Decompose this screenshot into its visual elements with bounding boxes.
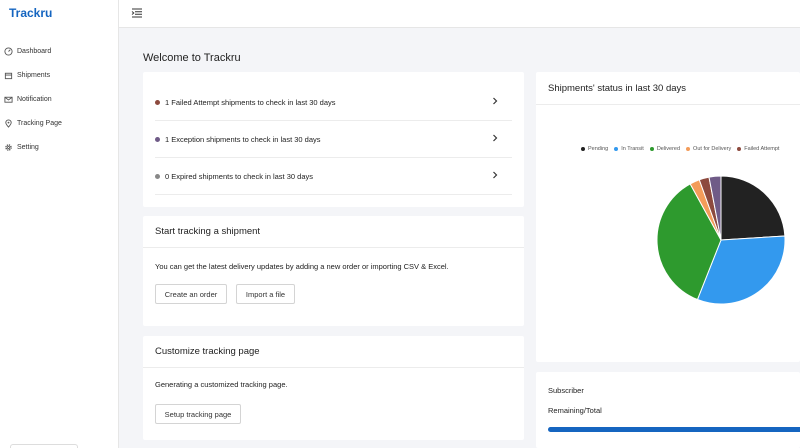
legend-swatch [614, 147, 619, 151]
legend-label: Pending [588, 146, 609, 152]
subscriber-card: Subscriber Remaining/Total [536, 372, 800, 448]
legend-label: Delivered [656, 146, 681, 152]
page-title: Welcome to Trackru [143, 52, 241, 64]
legend-item-out-for-delivery[interactable]: Out for Delivery [686, 146, 731, 152]
quota-progress-fill [548, 427, 800, 432]
legend-item-failed-attempt[interactable]: Failed Attempt [737, 146, 779, 152]
pie-slice-pending[interactable] [720, 175, 786, 241]
card-description: You can get the latest delivery updates … [155, 262, 449, 271]
chevron-right-icon [490, 133, 500, 143]
dashboard-icon [4, 46, 13, 56]
import-file-button[interactable]: Import a file [236, 284, 295, 304]
subscriber-label: Subscriber [548, 386, 584, 395]
customize-tracking-card: Customize tracking page Generating a cus… [143, 336, 524, 440]
location-pin-icon [4, 119, 13, 128]
sidebar-nav: Dashboard Shipments Notification Trackin… [0, 39, 118, 159]
chevron-right-icon [490, 96, 500, 106]
menu-collapse-icon[interactable] [131, 6, 143, 18]
alert-exception[interactable]: 1 Exception shipments to check in last 3… [155, 121, 512, 158]
remaining-total-label: Remaining/Total [548, 406, 602, 415]
legend-swatch [686, 147, 691, 151]
setup-tracking-page-button[interactable]: Setup tracking page [155, 404, 241, 424]
sidebar-item-label: Tracking Page [17, 119, 62, 127]
card-title: Shipments' status in last 30 days [548, 83, 687, 94]
alert-text: 0 Expired shipments to check in last 30 … [165, 171, 313, 181]
alerts-card: 1 Failed Attempt shipments to check in l… [143, 72, 524, 207]
sidebar-item-label: Setting [17, 143, 39, 151]
alert-text: 1 Exception shipments to check in last 3… [165, 134, 321, 144]
alert-text: 1 Failed Attempt shipments to check in l… [165, 97, 336, 107]
legend-item-pending[interactable]: Pending [581, 146, 608, 152]
sidebar-item-notification[interactable]: Notification [0, 87, 118, 111]
status-dot [155, 99, 160, 105]
gear-icon [4, 143, 13, 152]
legend-item-delivered[interactable]: Delivered [649, 146, 681, 152]
sidebar-item-label: Shipments [17, 71, 51, 79]
chart-legend: Pending In Transit Delivered Out for Del… [581, 146, 785, 152]
sidebar-footer-tab[interactable] [10, 444, 78, 448]
sidebar-item-shipments[interactable]: Shipments [0, 63, 118, 87]
sidebar-item-dashboard[interactable]: Dashboard [0, 39, 118, 63]
sidebar-item-setting[interactable]: Setting [0, 135, 118, 159]
sidebar: Trackru Dashboard Shipments Notification… [0, 0, 119, 448]
legend-swatch [649, 147, 654, 151]
legend-label: In Transit [621, 146, 644, 152]
legend-label: Failed Attempt [744, 146, 780, 152]
card-title: Start tracking a shipment [143, 216, 524, 248]
box-icon [4, 71, 13, 80]
divider [536, 104, 800, 105]
legend-label: Out for Delivery [693, 146, 732, 152]
sidebar-item-label: Notification [17, 95, 52, 103]
create-order-button[interactable]: Create an order [155, 284, 227, 304]
card-description: Generating a customized tracking page. [155, 380, 288, 389]
brand-logo[interactable]: Trackru [9, 6, 52, 20]
status-dot [155, 136, 160, 142]
card-title: Customize tracking page [143, 336, 524, 368]
alert-failed-attempt[interactable]: 1 Failed Attempt shipments to check in l… [155, 84, 512, 121]
sidebar-item-label: Dashboard [17, 47, 52, 55]
shipment-status-card: Shipments' status in last 30 days Pendin… [536, 72, 800, 362]
status-dot [155, 173, 160, 179]
alert-expired[interactable]: 0 Expired shipments to check in last 30 … [155, 158, 512, 195]
legend-swatch [581, 147, 585, 151]
start-tracking-card: Start tracking a shipment You can get th… [143, 216, 524, 326]
legend-swatch [737, 147, 742, 151]
status-pie-chart [656, 175, 786, 305]
sidebar-item-tracking-page[interactable]: Tracking Page [0, 111, 118, 135]
mail-icon [4, 95, 13, 104]
chevron-right-icon [490, 170, 500, 180]
legend-item-in-transit[interactable]: In Transit [614, 146, 644, 152]
top-bar [119, 0, 800, 28]
quota-progress-bar [548, 427, 800, 432]
